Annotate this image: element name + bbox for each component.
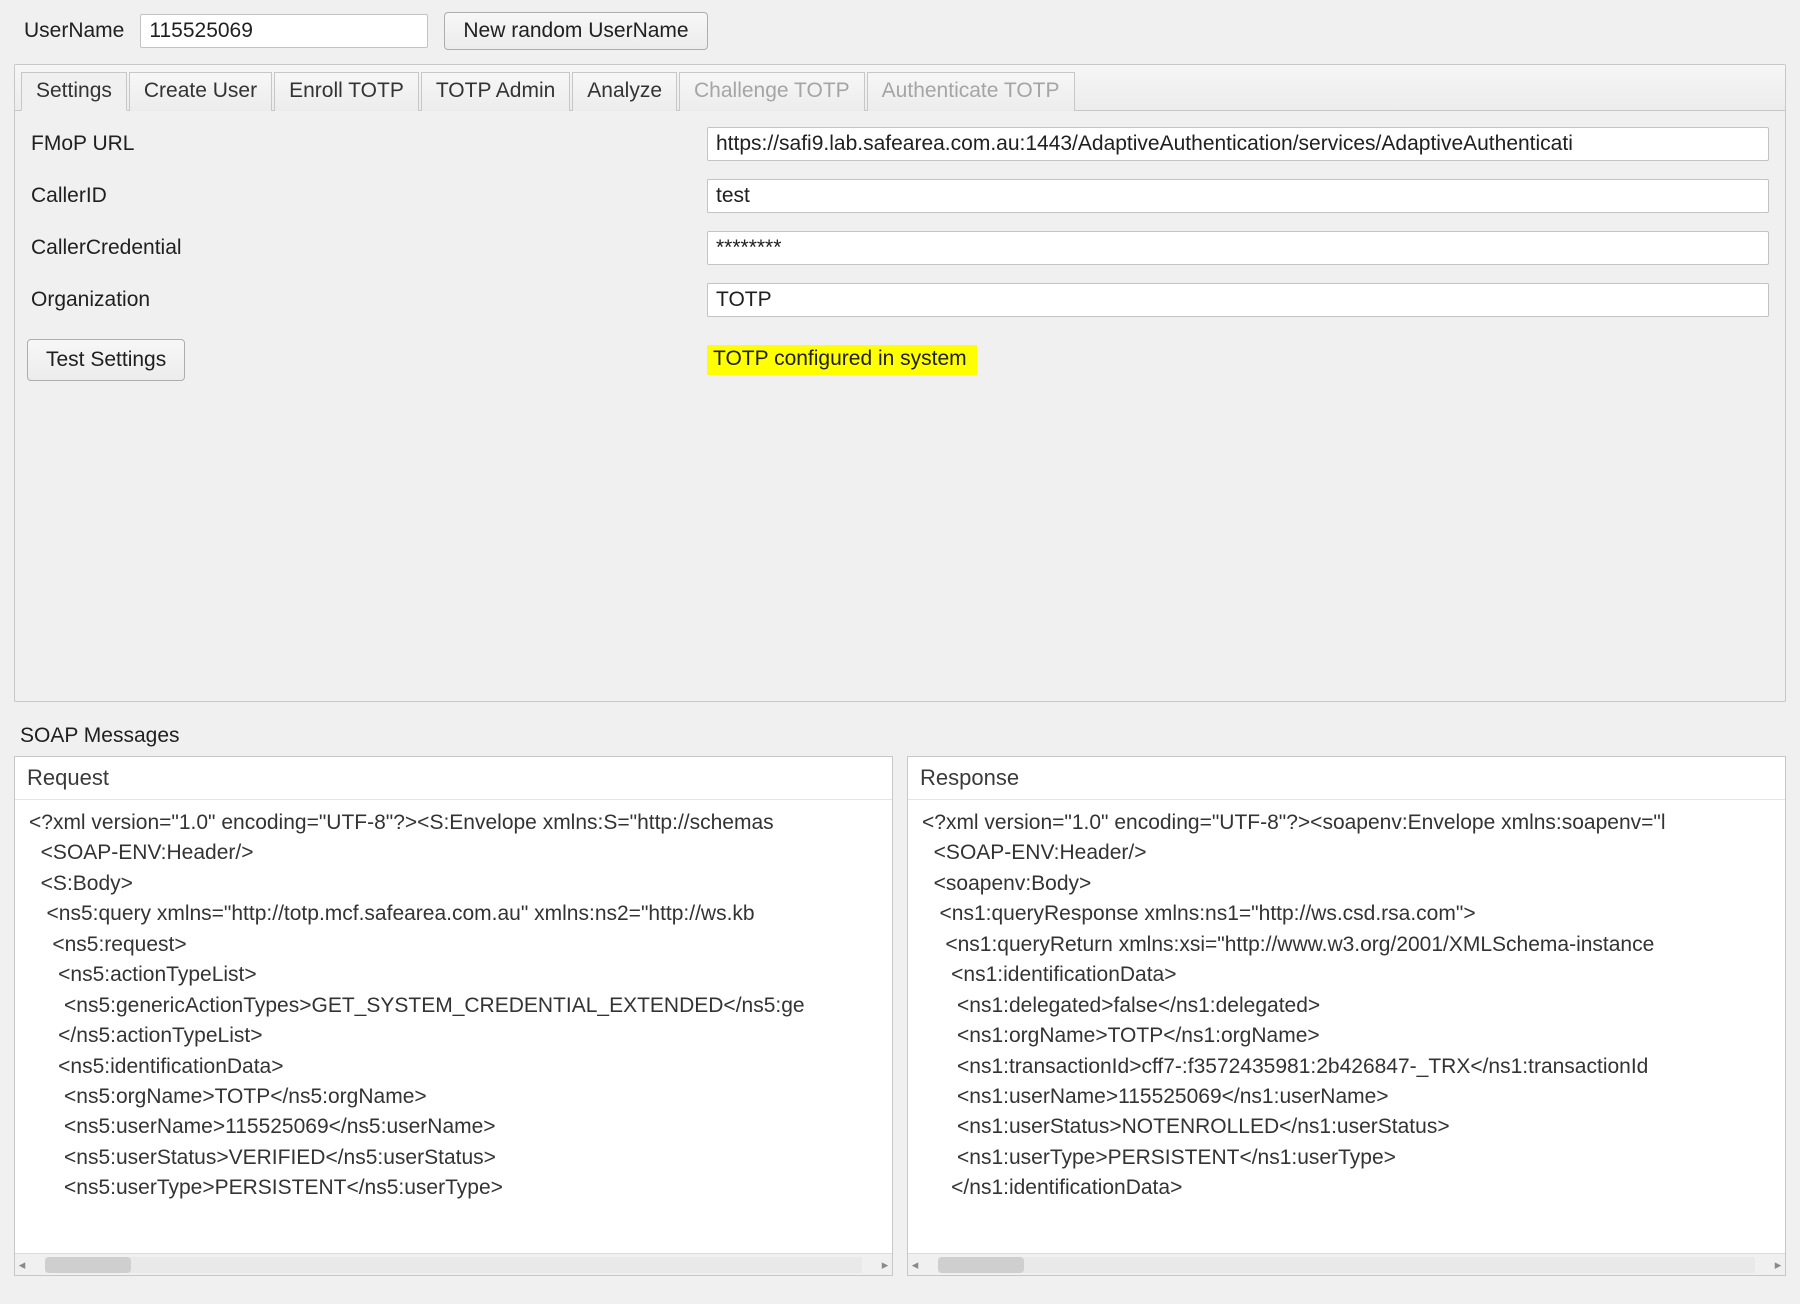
tab-totp-admin[interactable]: TOTP Admin (421, 72, 570, 111)
soap-section-title: SOAP Messages (14, 724, 1786, 748)
response-panel: Response <?xml version="1.0" encoding="U… (907, 756, 1786, 1276)
organization-label: Organization (27, 288, 707, 312)
fmop-url-input[interactable] (707, 127, 1769, 161)
scroll-right-icon[interactable]: ▸ (1771, 1258, 1785, 1272)
callercredential-label: CallerCredential (27, 236, 707, 260)
tab-authenticate-totp: Authenticate TOTP (867, 72, 1075, 111)
callercredential-input[interactable] (707, 231, 1769, 265)
tabstrip: SettingsCreate UserEnroll TOTPTOTP Admin… (15, 65, 1785, 111)
tab-body-settings: FMoP URL CallerID CallerCredential Organ… (15, 111, 1785, 701)
new-random-username-button[interactable]: New random UserName (444, 12, 707, 50)
scroll-left-icon[interactable]: ◂ (908, 1258, 922, 1272)
tab-challenge-totp: Challenge TOTP (679, 72, 865, 111)
scroll-left-icon[interactable]: ◂ (15, 1258, 29, 1272)
test-settings-button[interactable]: Test Settings (27, 339, 185, 381)
tab-analyze[interactable]: Analyze (572, 72, 677, 111)
response-panel-title: Response (908, 757, 1785, 800)
request-panel-title: Request (15, 757, 892, 800)
status-message: TOTP configured in system (707, 345, 977, 375)
response-h-scrollbar[interactable]: ◂ ▸ (908, 1253, 1785, 1275)
tab-enroll-totp[interactable]: Enroll TOTP (274, 72, 419, 111)
scroll-right-icon[interactable]: ▸ (878, 1258, 892, 1272)
username-label: UserName (24, 19, 124, 43)
request-panel: Request <?xml version="1.0" encoding="UT… (14, 756, 893, 1276)
request-h-scrollbar[interactable]: ◂ ▸ (15, 1253, 892, 1275)
tab-create-user[interactable]: Create User (129, 72, 272, 111)
callerid-input[interactable] (707, 179, 1769, 213)
callerid-label: CallerID (27, 184, 707, 208)
tab-container: SettingsCreate UserEnroll TOTPTOTP Admin… (14, 64, 1786, 702)
tab-settings[interactable]: Settings (21, 72, 127, 111)
fmop-url-label: FMoP URL (27, 132, 707, 156)
request-body[interactable]: <?xml version="1.0" encoding="UTF-8"?><S… (15, 800, 892, 1253)
username-input[interactable] (140, 14, 428, 48)
organization-input[interactable] (707, 283, 1769, 317)
response-body[interactable]: <?xml version="1.0" encoding="UTF-8"?><s… (908, 800, 1785, 1253)
